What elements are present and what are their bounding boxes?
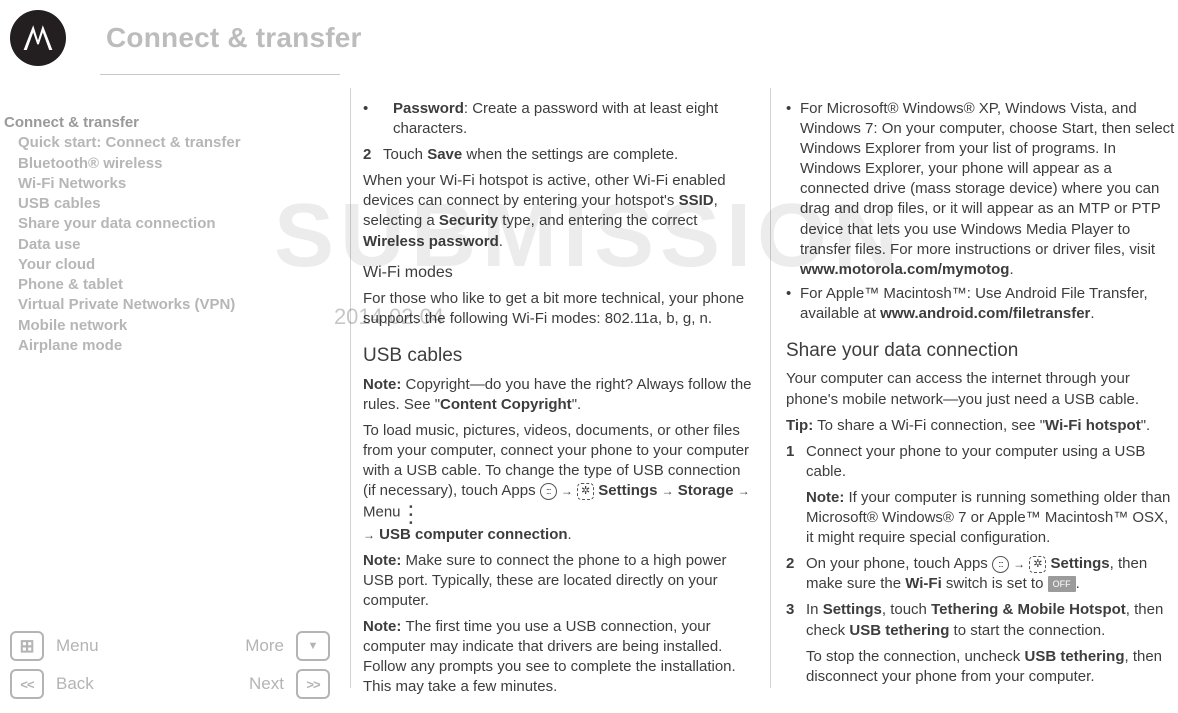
text: when the settings are complete. <box>462 146 678 163</box>
text: In <box>806 601 823 618</box>
step-number: 2 <box>363 145 371 165</box>
header: Connect & transfer <box>0 0 1178 66</box>
sidebar-item[interactable]: Share your data connection <box>4 214 334 234</box>
text: . <box>1009 261 1013 278</box>
sidebar-nav: Connect & transfer Quick start: Connect … <box>4 113 334 356</box>
sidebar-section-title[interactable]: Connect & transfer <box>4 113 334 133</box>
sidebar-item[interactable]: Airplane mode <box>4 336 334 356</box>
text: , touch <box>882 601 931 618</box>
sidebar-item[interactable]: Quick start: Connect & transfer <box>4 133 334 153</box>
text: On your phone, touch Apps <box>806 555 992 572</box>
link-content-copyright[interactable]: Content Copyright <box>440 396 572 413</box>
text: Tip: <box>786 417 813 434</box>
column-divider-1 <box>350 88 351 688</box>
link-mymotog[interactable]: www.motorola.com/mymotog <box>800 261 1009 278</box>
apps-icon <box>540 483 557 500</box>
text: type, and entering the correct <box>498 212 697 229</box>
sidebar-item[interactable]: Data use <box>4 235 334 255</box>
text: For those who like to get a bit more tec… <box>363 289 753 329</box>
sidebar-item[interactable]: Bluetooth® wireless <box>4 154 334 174</box>
text: Touch <box>383 146 427 163</box>
text: Note: <box>363 376 406 393</box>
text: ". <box>572 396 582 413</box>
text: When your Wi-Fi hotspot is active, other… <box>363 172 726 209</box>
sidebar-item[interactable]: Wi-Fi Networks <box>4 174 334 194</box>
gear-icon <box>577 483 594 500</box>
text: Wireless password <box>363 233 499 250</box>
next-label[interactable]: Next <box>249 674 296 694</box>
sidebar-item[interactable]: Mobile network <box>4 316 334 336</box>
back-icon[interactable] <box>10 669 44 699</box>
text: Note: <box>363 618 406 635</box>
sidebar-item[interactable]: USB cables <box>4 194 334 214</box>
text: Security <box>439 212 498 229</box>
text: Menu <box>363 504 405 521</box>
off-badge: OFF <box>1048 576 1076 592</box>
step-number: 1 <box>786 442 794 462</box>
heading-usb-cables: USB cables <box>363 343 753 368</box>
step-number: 2 <box>786 554 794 574</box>
page-title: Connect & transfer <box>106 22 362 54</box>
arrow-icon: → <box>662 484 674 498</box>
text: SSID <box>679 192 714 209</box>
menu-icon[interactable] <box>10 631 44 661</box>
content-column-2: For Microsoft® Windows® XP, Windows Vist… <box>786 95 1176 693</box>
link-filetransfer[interactable]: www.android.com/filetransfer <box>880 305 1090 322</box>
text: Settings <box>823 601 882 618</box>
step-number: 3 <box>786 600 794 620</box>
more-icon[interactable] <box>296 631 330 661</box>
more-label[interactable]: More <box>245 636 296 656</box>
back-label[interactable]: Back <box>44 674 249 694</box>
arrow-icon: → <box>363 528 375 542</box>
next-icon[interactable] <box>296 669 330 699</box>
text: Settings <box>1046 555 1109 572</box>
text: For Microsoft® Windows® XP, Windows Vist… <box>800 100 1174 258</box>
apps-icon <box>992 556 1009 573</box>
heading-wifi-modes: Wi-Fi modes <box>363 262 753 283</box>
column-divider-2 <box>770 88 771 688</box>
header-divider <box>100 74 340 75</box>
text: Make sure to connect the phone to a high… <box>363 552 727 609</box>
text: Storage <box>674 482 738 499</box>
text: If your computer is running something ol… <box>806 489 1170 546</box>
content-column-1: Password: Create a password with at leas… <box>363 95 753 703</box>
text: . <box>1090 305 1094 322</box>
text: To stop the connection, uncheck <box>806 648 1024 665</box>
text: ". <box>1141 417 1151 434</box>
footer-nav: Menu More Back Next <box>10 627 330 703</box>
arrow-icon: → <box>1013 557 1025 571</box>
sidebar-item[interactable]: Virtual Private Networks (VPN) <box>4 295 334 315</box>
text: Connect your phone to your computer usin… <box>806 443 1145 480</box>
text: Password <box>393 100 464 117</box>
text: Wi-Fi <box>905 575 942 592</box>
text: Settings <box>594 482 662 499</box>
arrow-icon: → <box>738 484 750 498</box>
text: Your computer can access the internet th… <box>786 369 1176 409</box>
sidebar-item[interactable]: Phone & tablet <box>4 275 334 295</box>
text: . <box>499 233 503 250</box>
link-wifi-hotspot[interactable]: Wi-Fi hotspot <box>1045 417 1141 434</box>
gear-icon <box>1029 556 1046 573</box>
text: To share a Wi-Fi connection, see " <box>813 417 1045 434</box>
text: to start the connection. <box>949 622 1105 639</box>
text: switch is set to <box>942 575 1048 592</box>
text: Save <box>427 146 462 163</box>
menu-dots-icon <box>405 501 417 524</box>
text: Tethering & Mobile Hotspot <box>931 601 1126 618</box>
text: Note: <box>363 552 406 569</box>
heading-share-data: Share your data connection <box>786 338 1176 363</box>
text: The first time you use a USB connection,… <box>363 618 736 695</box>
text: USB computer connection <box>375 526 568 543</box>
arrow-icon: → <box>561 484 573 498</box>
text: USB tethering <box>849 622 949 639</box>
menu-label[interactable]: Menu <box>44 636 245 656</box>
motorola-logo <box>10 10 66 66</box>
text: Note: <box>806 489 844 506</box>
text: . <box>1076 575 1080 592</box>
sidebar-item[interactable]: Your cloud <box>4 255 334 275</box>
text: USB tethering <box>1024 648 1124 665</box>
